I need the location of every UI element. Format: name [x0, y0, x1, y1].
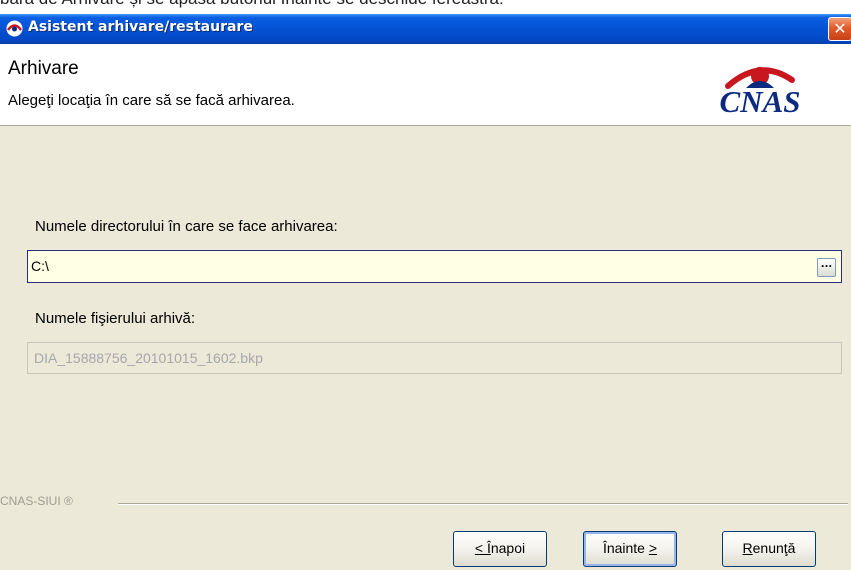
title-bar[interactable]: Asistent arhivare/restaurare ✕	[0, 14, 851, 44]
document-text-line: bară de Arhivare și se apasă butonul Îna…	[0, 0, 504, 9]
archive-file-label: Numele fişierului arhivă:	[35, 310, 196, 327]
app-icon	[6, 20, 23, 37]
window-title: Asistent arhivare/restaurare	[28, 19, 253, 35]
close-button[interactable]: ✕	[828, 17, 851, 41]
next-mnemonic: >	[648, 540, 658, 556]
cancel-mnemonic: R	[742, 540, 753, 556]
cnas-logo: CNAS	[720, 67, 801, 118]
back-label-rest: napoi	[490, 540, 526, 556]
archive-wizard-window: Asistent arhivare/restaurare ✕ Arhivare …	[0, 14, 851, 570]
page-subtitle: Alegeţi locaţia în care să se facă arhiv…	[8, 92, 295, 109]
logo-text: CNAS	[720, 84, 801, 118]
directory-input[interactable]: C:\	[27, 250, 842, 283]
archive-file-input: DIA_15888756_20101015_1602.bkp	[27, 342, 842, 374]
next-label: Înainte	[602, 540, 649, 556]
back-prefix: <	[474, 540, 487, 556]
cancel-label-rest: enunţă	[752, 540, 796, 556]
back-button[interactable]: < Înapoi	[453, 531, 547, 567]
cancel-button[interactable]: Renunţă	[722, 531, 816, 567]
wizard-header: Arhivare Alegeţi locaţia în care să se f…	[0, 44, 851, 126]
footer-divider	[118, 503, 848, 505]
directory-label: Numele directorului în care se face arhi…	[35, 218, 338, 235]
next-button[interactable]: Înainte >	[583, 531, 677, 567]
browse-button[interactable]: ...	[817, 258, 836, 277]
close-icon: ✕	[833, 19, 847, 38]
page-title: Arhivare	[8, 58, 79, 79]
brand-label: CNAS-SIUI ®	[0, 494, 73, 508]
